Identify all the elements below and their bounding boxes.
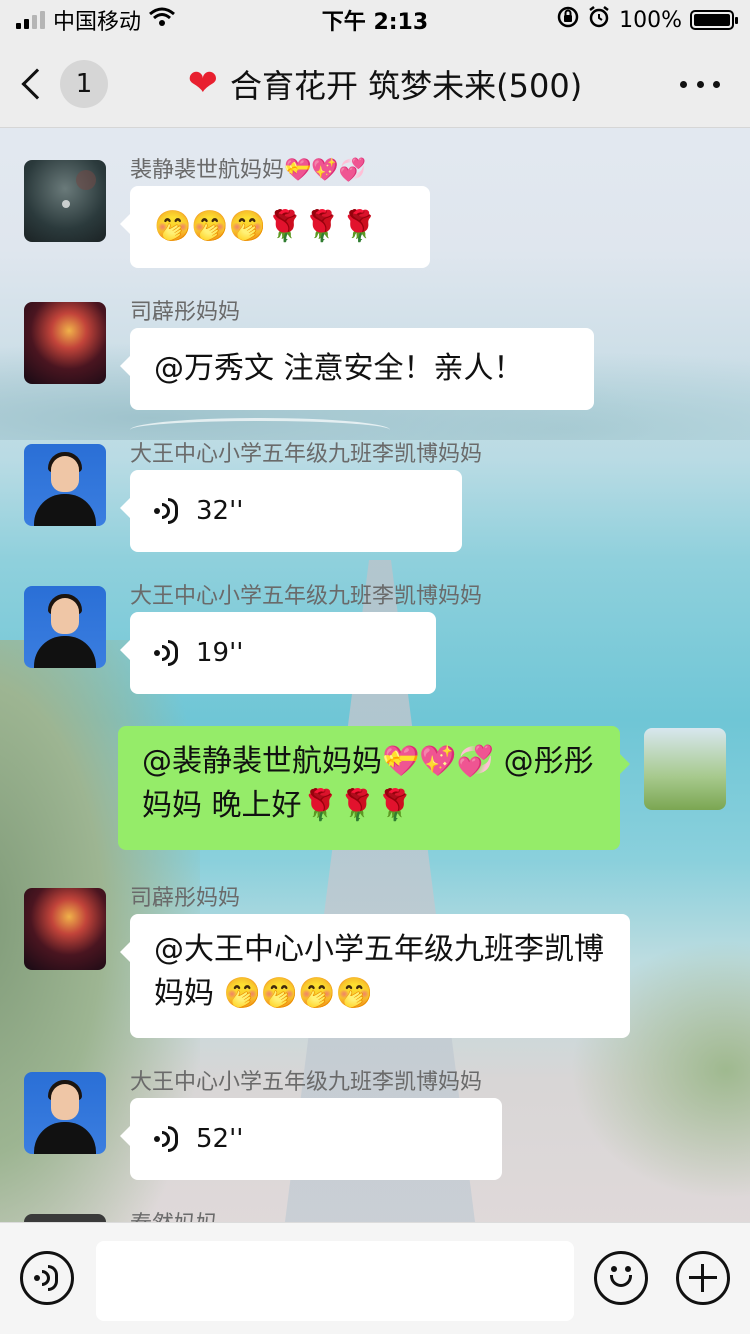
- more-options-button[interactable]: [680, 70, 720, 98]
- voice-wave-icon: [154, 1124, 180, 1154]
- message-text: @万秀文 注意安全！亲人！: [154, 351, 524, 386]
- sender-name: 裴静裴世航妈妈💝💖💞: [130, 158, 367, 183]
- chat-header: 1 ❤ 合育花开 筑梦未来(500): [0, 40, 750, 128]
- wifi-icon: [149, 7, 175, 33]
- more-dot-icon: [680, 80, 687, 88]
- plus-icon: [689, 1264, 717, 1292]
- more-dot-icon: [713, 80, 720, 88]
- battery-percent: 100%: [619, 7, 682, 33]
- voice-duration: 19'': [196, 638, 244, 668]
- message-text: 🤭🤭🤭🌹🌹🌹: [154, 209, 379, 244]
- avatar[interactable]: [24, 160, 106, 242]
- voice-message-bubble[interactable]: 52'': [120, 1098, 502, 1180]
- voice-duration: 52'': [196, 1124, 244, 1154]
- sender-name: 大王中心小学五年级九班李凯博妈妈: [130, 1070, 483, 1095]
- avatar[interactable]: [24, 586, 106, 668]
- sender-name: 司薜彤妈妈: [130, 300, 241, 325]
- message-bubble[interactable]: @大王中心小学五年级九班李凯博妈妈 🤭🤭🤭🤭: [120, 914, 630, 1038]
- more-actions-button[interactable]: [676, 1251, 730, 1305]
- signal-icon: [16, 11, 45, 29]
- voice-message-bubble[interactable]: 32'': [120, 470, 462, 552]
- smiley-icon: [597, 1251, 645, 1305]
- avatar-self[interactable]: [644, 728, 726, 810]
- carrier-label: 中国移动: [53, 10, 142, 35]
- voice-wave-icon: [154, 638, 180, 668]
- voice-duration: 32'': [196, 496, 244, 526]
- back-button[interactable]: [0, 40, 60, 128]
- sender-name: 司薜彤妈妈: [130, 886, 241, 911]
- message-text: @裴静裴世航妈妈💝💖💞 @彤彤妈妈 晚上好🌹🌹🌹: [142, 744, 594, 823]
- sender-emoji: 💝💖💞: [284, 158, 367, 183]
- voice-message-bubble[interactable]: 19'': [120, 612, 436, 694]
- sender-name: 秦然妈妈: [130, 1206, 218, 1222]
- input-bar: [0, 1222, 750, 1334]
- message-input[interactable]: [96, 1241, 574, 1321]
- battery-icon: [690, 10, 738, 30]
- voice-wave-icon: [154, 496, 180, 526]
- alarm-clock-icon: [587, 5, 611, 35]
- status-time: 下午 2:13: [321, 10, 429, 35]
- status-right: 100%: [484, 5, 738, 35]
- unread-count-badge[interactable]: 1: [60, 59, 108, 108]
- orientation-lock-icon: [557, 6, 579, 34]
- avatar[interactable]: [24, 1214, 106, 1222]
- voice-wave-icon: [34, 1263, 60, 1293]
- emoji-button[interactable]: [594, 1251, 648, 1305]
- sender-name: 大王中心小学五年级九班李凯博妈妈: [130, 442, 483, 467]
- sender-name: 大王中心小学五年级九班李凯博妈妈: [130, 584, 483, 609]
- chat-title: ❤ 合育花开 筑梦未来(500): [150, 61, 620, 107]
- voice-input-toggle-button[interactable]: [20, 1251, 74, 1305]
- status-bar: 中国移动 下午 2:13 100%: [0, 0, 750, 40]
- avatar[interactable]: [24, 302, 106, 384]
- message-list[interactable]: 裴静裴世航妈妈💝💖💞 🤭🤭🤭🌹🌹🌹 司薜彤妈妈 @万秀文 注意安全！亲人！ 大王…: [0, 128, 750, 1222]
- chevron-left-icon: [21, 67, 53, 100]
- message-bubble-self[interactable]: @裴静裴世航妈妈💝💖💞 @彤彤妈妈 晚上好🌹🌹🌹: [118, 726, 630, 850]
- red-heart-icon: ❤: [187, 63, 218, 104]
- message-bubble[interactable]: 🤭🤭🤭🌹🌹🌹: [120, 186, 430, 268]
- avatar[interactable]: [24, 444, 106, 526]
- chat-title-text: 合育花开 筑梦未来(500): [229, 66, 583, 105]
- message-bubble[interactable]: @万秀文 注意安全！亲人！: [120, 328, 594, 410]
- message-text: @大王中心小学五年级九班李凯博妈妈 🤭🤭🤭🤭: [154, 932, 604, 1011]
- status-left: 中国移动: [16, 4, 266, 36]
- more-dot-icon: [696, 80, 704, 88]
- avatar[interactable]: [24, 888, 106, 970]
- avatar[interactable]: [24, 1072, 106, 1154]
